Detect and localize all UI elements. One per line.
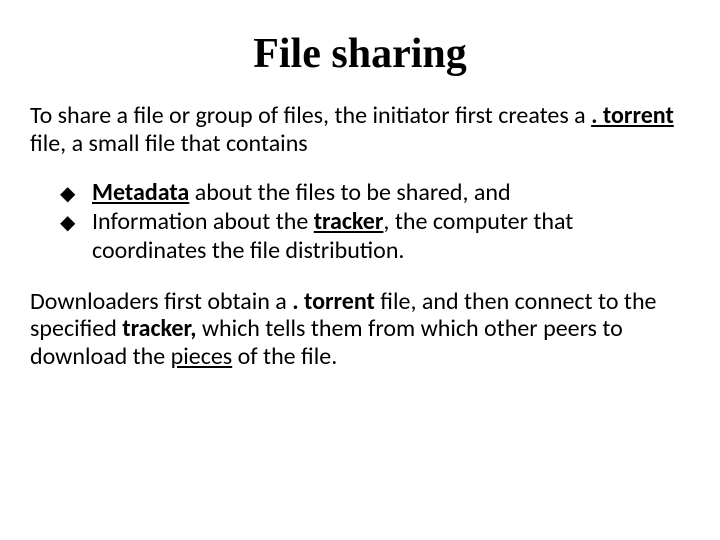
bullet1-metadata: Metadata xyxy=(92,178,189,207)
outro-tracker: tracker, xyxy=(122,314,196,343)
slide-title: File sharing xyxy=(30,30,690,78)
intro-paragraph: To share a file or group of files, the i… xyxy=(30,102,690,157)
slide: File sharing To share a file or group of… xyxy=(0,0,720,540)
intro-text-2: file, a small file that contains xyxy=(30,129,308,158)
outro-pieces: pieces xyxy=(171,342,233,371)
intro-torrent: . torrent xyxy=(591,101,674,130)
diamond-icon: ◆ xyxy=(60,182,92,206)
outro-text-1: Downloaders first obtain a xyxy=(30,287,292,316)
bullet2-tracker: tracker xyxy=(314,207,384,236)
diamond-icon: ◆ xyxy=(60,211,92,235)
list-item: ◆Metadata about the files to be shared, … xyxy=(30,179,690,208)
outro-torrent: . torrent xyxy=(292,287,375,316)
bullet1-rest: about the files to be shared, and xyxy=(189,178,510,207)
outro-paragraph: Downloaders first obtain a . torrent fil… xyxy=(30,288,690,371)
bullet-list: ◆Metadata about the files to be shared, … xyxy=(30,179,690,265)
bullet2-lead: Information about the xyxy=(92,207,314,236)
intro-text-1: To share a file or group of files, the i… xyxy=(30,101,591,130)
outro-text-4: of the file. xyxy=(232,342,337,371)
list-item: ◆Information about the tracker, the comp… xyxy=(30,208,690,266)
